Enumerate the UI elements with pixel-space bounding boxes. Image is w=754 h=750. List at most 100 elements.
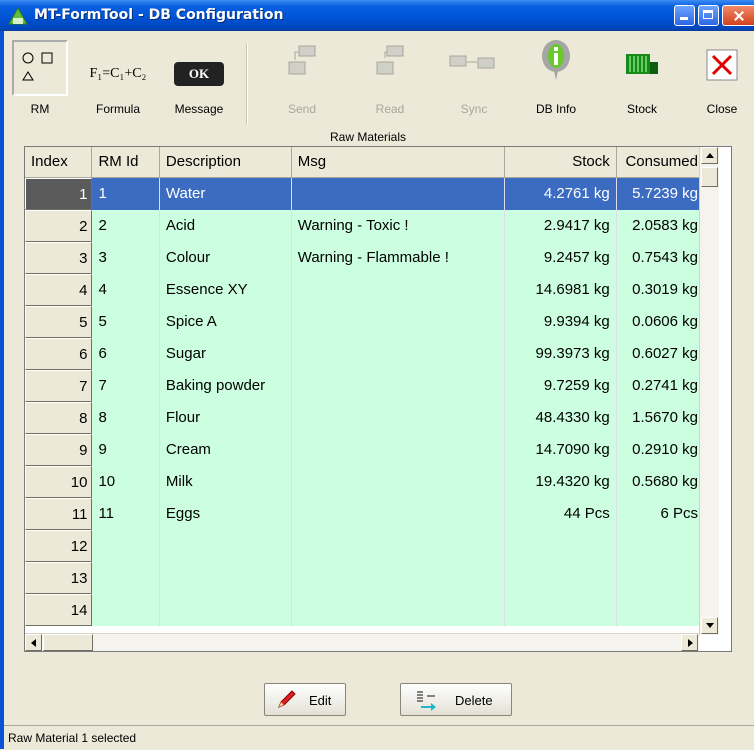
table-row[interactable]: 5 5 Spice A 9.9394 kg 0.0606 kg xyxy=(25,306,705,338)
maximize-button[interactable] xyxy=(698,5,719,26)
table-cell-stock[interactable] xyxy=(504,562,617,594)
table-cell-id[interactable]: 2 xyxy=(92,210,160,242)
table-cell-desc[interactable]: Colour xyxy=(159,242,292,274)
row-index-cell[interactable]: 3 xyxy=(25,242,93,274)
sync-tool-button[interactable]: Sync xyxy=(438,36,510,126)
table-cell-consumed[interactable]: 1.5670 kg xyxy=(616,402,705,434)
row-index-cell[interactable]: 7 xyxy=(25,370,93,402)
db-info-tool-button[interactable]: DB Info xyxy=(526,36,586,126)
table-row[interactable]: 11 11 Eggs 44 Pcs 6 Pcs xyxy=(25,498,705,530)
table-cell-stock[interactable]: 14.6981 kg xyxy=(504,274,617,306)
table-cell-id[interactable]: 11 xyxy=(92,498,160,530)
table-cell-msg[interactable] xyxy=(291,402,505,434)
table-row[interactable]: 13 xyxy=(25,562,705,594)
table-cell-desc[interactable]: Acid xyxy=(159,210,292,242)
row-index-cell[interactable]: 9 xyxy=(25,434,93,466)
table-cell-desc[interactable]: Spice A xyxy=(159,306,292,338)
header-msg[interactable]: Msg xyxy=(292,147,505,177)
table-cell-msg[interactable] xyxy=(291,370,505,402)
table-row[interactable]: 12 xyxy=(25,530,705,562)
table-cell-id[interactable] xyxy=(92,530,160,562)
read-tool-button[interactable]: Read xyxy=(364,36,416,126)
delete-button[interactable]: Delete xyxy=(400,683,512,716)
table-cell-stock[interactable]: 2.9417 kg xyxy=(504,210,617,242)
row-index-cell[interactable]: 13 xyxy=(25,562,93,594)
table-cell-msg[interactable] xyxy=(291,338,505,370)
row-index-cell[interactable]: 11 xyxy=(25,498,93,530)
table-cell-desc[interactable]: Milk xyxy=(159,466,292,498)
table-cell-desc[interactable]: Cream xyxy=(159,434,292,466)
table-cell-msg[interactable]: Warning - Flammable ! xyxy=(291,242,505,274)
stock-tool-button[interactable]: Stock xyxy=(612,36,672,126)
table-cell-id[interactable]: 1 xyxy=(92,178,160,210)
table-cell-msg[interactable] xyxy=(291,594,505,626)
scroll-right-button[interactable] xyxy=(681,634,698,651)
table-cell-msg[interactable] xyxy=(291,178,505,210)
table-row[interactable]: 14 xyxy=(25,594,705,626)
header-stock[interactable]: Stock xyxy=(505,147,617,177)
table-row[interactable]: 1 1 Water 4.2761 kg 5.7239 kg xyxy=(25,178,705,210)
header-index[interactable]: Index xyxy=(25,147,93,177)
table-cell-consumed[interactable] xyxy=(616,562,705,594)
table-row[interactable]: 7 7 Baking powder 9.7259 kg 0.2741 kg xyxy=(25,370,705,402)
table-cell-desc[interactable] xyxy=(159,594,292,626)
row-index-cell[interactable]: 14 xyxy=(25,594,93,626)
table-cell-consumed[interactable]: 0.5680 kg xyxy=(616,466,705,498)
close-tool-button[interactable]: Close xyxy=(694,36,750,126)
table-cell-id[interactable]: 4 xyxy=(92,274,160,306)
rm-tool-button[interactable]: RM xyxy=(8,36,72,126)
table-cell-desc[interactable]: Baking powder xyxy=(159,370,292,402)
table-cell-msg[interactable]: Warning - Toxic ! xyxy=(291,210,505,242)
row-index-cell[interactable]: 4 xyxy=(25,274,93,306)
table-cell-msg[interactable] xyxy=(291,306,505,338)
table-cell-id[interactable]: 3 xyxy=(92,242,160,274)
row-index-cell[interactable]: 8 xyxy=(25,402,93,434)
table-cell-consumed[interactable]: 0.2741 kg xyxy=(616,370,705,402)
table-cell-msg[interactable] xyxy=(291,466,505,498)
table-cell-id[interactable]: 8 xyxy=(92,402,160,434)
edit-button[interactable]: Edit xyxy=(264,683,346,716)
formula-tool-button[interactable]: F₁=C₁+C₂ Formula xyxy=(82,36,154,126)
table-cell-id[interactable]: 5 xyxy=(92,306,160,338)
table-cell-desc[interactable] xyxy=(159,562,292,594)
table-cell-desc[interactable] xyxy=(159,530,292,562)
header-description[interactable]: Description xyxy=(160,147,292,177)
table-cell-stock[interactable]: 9.7259 kg xyxy=(504,370,617,402)
table-cell-msg[interactable] xyxy=(291,562,505,594)
table-cell-stock[interactable]: 4.2761 kg xyxy=(504,178,617,210)
table-cell-consumed[interactable]: 5.7239 kg xyxy=(616,178,705,210)
table-cell-desc[interactable]: Essence XY xyxy=(159,274,292,306)
table-cell-id[interactable]: 9 xyxy=(92,434,160,466)
table-cell-msg[interactable] xyxy=(291,274,505,306)
table-cell-stock[interactable]: 14.7090 kg xyxy=(504,434,617,466)
table-cell-desc[interactable]: Flour xyxy=(159,402,292,434)
row-index-cell[interactable]: 10 xyxy=(25,466,93,498)
row-index-cell[interactable]: 2 xyxy=(25,210,93,242)
scroll-up-button[interactable] xyxy=(701,147,718,164)
table-cell-stock[interactable]: 99.3973 kg xyxy=(504,338,617,370)
minimize-button[interactable] xyxy=(674,5,695,26)
table-cell-consumed[interactable]: 0.2910 kg xyxy=(616,434,705,466)
hscroll-thumb[interactable] xyxy=(43,634,93,651)
table-cell-stock[interactable] xyxy=(504,530,617,562)
table-cell-stock[interactable]: 9.9394 kg xyxy=(504,306,617,338)
table-cell-desc[interactable]: Sugar xyxy=(159,338,292,370)
table-cell-stock[interactable]: 9.2457 kg xyxy=(504,242,617,274)
table-cell-consumed[interactable]: 2.0583 kg xyxy=(616,210,705,242)
table-row[interactable]: 9 9 Cream 14.7090 kg 0.2910 kg xyxy=(25,434,705,466)
table-cell-desc[interactable]: Eggs xyxy=(159,498,292,530)
table-cell-id[interactable] xyxy=(92,594,160,626)
table-cell-consumed[interactable]: 0.3019 kg xyxy=(616,274,705,306)
row-index-cell[interactable]: 6 xyxy=(25,338,93,370)
table-cell-id[interactable]: 6 xyxy=(92,338,160,370)
header-consumed[interactable]: Consumed xyxy=(617,147,705,177)
table-row[interactable]: 3 3 Colour Warning - Flammable ! 9.2457 kg 0.… xyxy=(25,242,705,274)
horizontal-scrollbar[interactable] xyxy=(25,633,699,651)
table-cell-stock[interactable]: 48.4330 kg xyxy=(504,402,617,434)
table-cell-id[interactable]: 10 xyxy=(92,466,160,498)
table-cell-msg[interactable] xyxy=(291,498,505,530)
send-tool-button[interactable]: Send xyxy=(276,36,328,126)
table-cell-consumed[interactable] xyxy=(616,594,705,626)
window-close-button[interactable] xyxy=(722,5,754,26)
table-cell-desc[interactable]: Water xyxy=(159,178,292,210)
